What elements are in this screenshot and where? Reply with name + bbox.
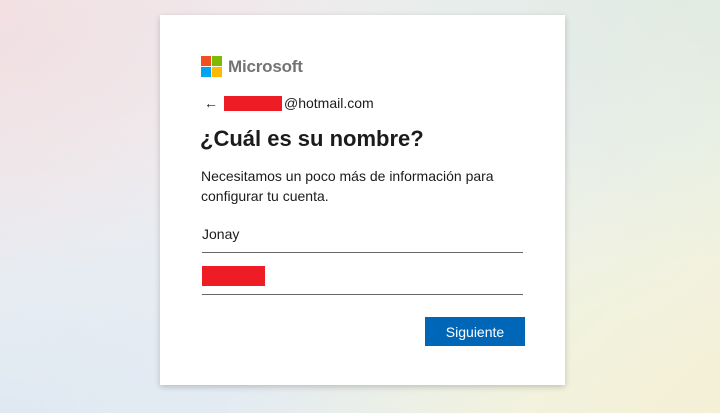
microsoft-logo-icon xyxy=(201,56,222,77)
page-description: Necesitamos un poco más de información p… xyxy=(201,168,494,204)
last-name-input[interactable] xyxy=(202,266,523,295)
redacted-email-user xyxy=(224,95,282,111)
signup-card: Microsoft ← @hotmail.com ¿Cuál es su nom… xyxy=(160,15,565,385)
page-title: ¿Cuál es su nombre? xyxy=(200,126,424,151)
microsoft-logo: Microsoft xyxy=(201,56,303,77)
back-arrow-icon[interactable]: ← xyxy=(204,95,218,111)
email-suffix: @hotmail.com xyxy=(284,95,374,111)
identity-banner: ← @hotmail.com xyxy=(204,95,374,111)
next-button[interactable]: Siguiente xyxy=(425,317,525,346)
first-name-input[interactable] xyxy=(202,222,523,253)
redacted-last-name xyxy=(202,266,265,286)
brand-name: Microsoft xyxy=(228,56,303,76)
